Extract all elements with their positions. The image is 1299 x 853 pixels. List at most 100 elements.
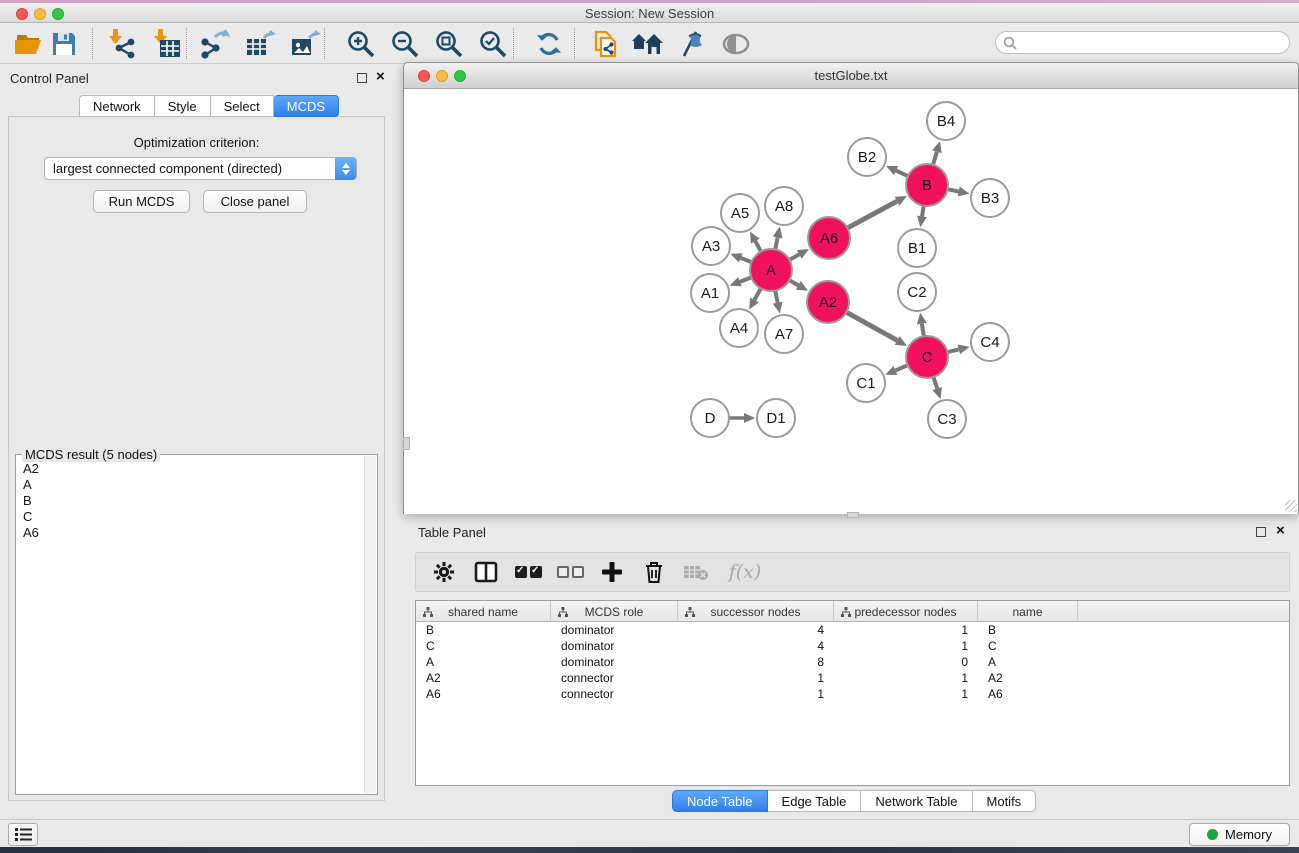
table-row[interactable]: A6connector11A6 <box>416 686 1289 702</box>
column-header-shared-name[interactable]: shared name <box>416 601 551 622</box>
table-cell[interactable]: A2 <box>978 670 1078 686</box>
result-item[interactable]: B <box>18 493 363 509</box>
network-view-window: testGlobe.txt AA1A2A3A4A5A6A7A8BB1B2B3B4… <box>403 62 1299 514</box>
eye-icon[interactable] <box>718 27 754 61</box>
run-mcds-button[interactable]: Run MCDS <box>93 190 190 213</box>
table-cell[interactable]: connector <box>551 670 678 686</box>
control-panel-float-button[interactable] <box>357 73 367 85</box>
zoom-fit-icon[interactable] <box>431 27 467 61</box>
tab-style[interactable]: Style <box>155 95 211 117</box>
open-session-icon[interactable] <box>11 27 47 61</box>
search-input[interactable] <box>995 31 1290 54</box>
close-panel-button[interactable]: Close panel <box>203 190 307 213</box>
deselect-all-icon[interactable] <box>556 558 584 586</box>
node-label: A5 <box>731 205 749 222</box>
table-row[interactable]: Cdominator41C <box>416 638 1289 654</box>
save-session-icon[interactable] <box>46 27 82 61</box>
columns-icon[interactable] <box>472 558 500 586</box>
arrowhead-icon <box>917 313 927 325</box>
gear-icon[interactable] <box>430 558 458 586</box>
table-panel-tabs: Node TableEdge TableNetwork TableMotifs <box>672 790 1036 812</box>
table-cell[interactable]: B <box>416 622 551 638</box>
network-canvas[interactable]: AA1A2A3A4A5A6A7A8BB1B2B3B4CC1C2C3C4DD1 <box>404 90 1298 514</box>
table-cell[interactable]: C <box>978 638 1078 654</box>
table-row[interactable]: A2connector11A2 <box>416 670 1289 686</box>
table-cell[interactable]: 1 <box>834 622 978 638</box>
table-cell[interactable]: A <box>416 654 551 670</box>
tab-motifs[interactable]: Motifs <box>973 790 1037 812</box>
node-table-header: shared nameMCDS rolesuccessor nodesprede… <box>416 601 1289 622</box>
node-label: C <box>922 349 933 366</box>
zoom-in-icon[interactable] <box>343 27 379 61</box>
zoom-out-icon[interactable] <box>387 27 423 61</box>
tab-mcds[interactable]: MCDS <box>274 95 339 117</box>
table-panel-toolbar: f(x) <box>415 552 1290 592</box>
log-console-button[interactable] <box>8 823 38 846</box>
table-cell[interactable]: 0 <box>834 654 978 670</box>
table-row[interactable]: Adominator80A <box>416 654 1289 670</box>
zoom-selected-icon[interactable] <box>475 27 511 61</box>
table-cell[interactable]: 1 <box>678 686 834 702</box>
horizontal-scroll-nub[interactable] <box>847 512 859 518</box>
column-header-mcds-role[interactable]: MCDS role <box>551 601 678 622</box>
select-all-icon[interactable] <box>514 558 542 586</box>
table-row[interactable]: Bdominator41B <box>416 622 1289 638</box>
column-header-predecessor-nodes[interactable]: predecessor nodes <box>834 601 978 622</box>
fx-label: f(x) <box>729 561 762 583</box>
home-icon[interactable] <box>630 27 666 61</box>
result-item[interactable]: A2 <box>18 461 363 477</box>
result-item[interactable]: A <box>18 477 363 493</box>
criterion-select[interactable]: largest connected component (directed) <box>44 157 357 180</box>
tab-select[interactable]: Select <box>211 95 274 117</box>
table-panel-close-button[interactable]: × <box>1276 526 1285 536</box>
tab-network-table[interactable]: Network Table <box>861 790 972 812</box>
refresh-icon[interactable] <box>531 27 567 61</box>
vertical-scroll-nub[interactable] <box>403 437 410 450</box>
table-cell[interactable]: 4 <box>678 638 834 654</box>
checked-box-icon <box>530 566 542 578</box>
table-cell[interactable]: A6 <box>978 686 1078 702</box>
result-item[interactable]: C <box>18 509 363 525</box>
session-docs-icon[interactable] <box>589 27 625 61</box>
function-builder-icon[interactable]: f(x) <box>724 558 766 586</box>
table-cell[interactable]: 4 <box>678 622 834 638</box>
table-cell[interactable]: 1 <box>834 638 978 654</box>
table-cell[interactable]: 1 <box>678 670 834 686</box>
table-cell[interactable]: A6 <box>416 686 551 702</box>
delete-icon[interactable] <box>640 558 668 586</box>
delete-table-icon[interactable] <box>682 558 710 586</box>
table-cell[interactable]: 8 <box>678 654 834 670</box>
table-cell[interactable]: C <box>416 638 551 654</box>
result-item[interactable]: A6 <box>18 525 363 541</box>
graphics-details-icon[interactable] <box>673 27 709 61</box>
control-panel-close-button[interactable]: × <box>376 72 385 82</box>
table-cell[interactable]: 1 <box>834 670 978 686</box>
table-cell[interactable]: dominator <box>551 622 678 638</box>
memory-button[interactable]: Memory <box>1189 823 1290 846</box>
tab-edge-table[interactable]: Edge Table <box>768 790 862 812</box>
add-icon[interactable] <box>598 558 626 586</box>
import-network-icon[interactable] <box>104 27 140 61</box>
tab-node-table[interactable]: Node Table <box>672 790 768 812</box>
mcds-result-list[interactable]: A2ABCA6 <box>18 461 363 792</box>
table-cell[interactable]: A2 <box>416 670 551 686</box>
tab-network[interactable]: Network <box>79 95 155 117</box>
mcds-result-scrollbar[interactable] <box>364 456 376 793</box>
node-label: A4 <box>730 320 748 337</box>
export-table-icon[interactable] <box>242 27 278 61</box>
resize-grip-icon[interactable] <box>1285 500 1297 512</box>
column-header-successor-nodes[interactable]: successor nodes <box>678 601 834 622</box>
import-table-icon[interactable] <box>149 27 185 61</box>
table-cell[interactable]: 1 <box>834 686 978 702</box>
export-network-icon[interactable] <box>197 27 233 61</box>
export-image-icon[interactable] <box>287 27 323 61</box>
table-panel-float-button[interactable] <box>1256 527 1266 539</box>
main-titlebar[interactable]: Session: New Session <box>0 3 1299 23</box>
network-window-titlebar[interactable]: testGlobe.txt <box>404 63 1298 89</box>
table-cell[interactable]: B <box>978 622 1078 638</box>
column-header-name[interactable]: name <box>978 601 1078 622</box>
table-cell[interactable]: dominator <box>551 638 678 654</box>
table-cell[interactable]: dominator <box>551 654 678 670</box>
table-cell[interactable]: A <box>978 654 1078 670</box>
table-cell[interactable]: connector <box>551 686 678 702</box>
